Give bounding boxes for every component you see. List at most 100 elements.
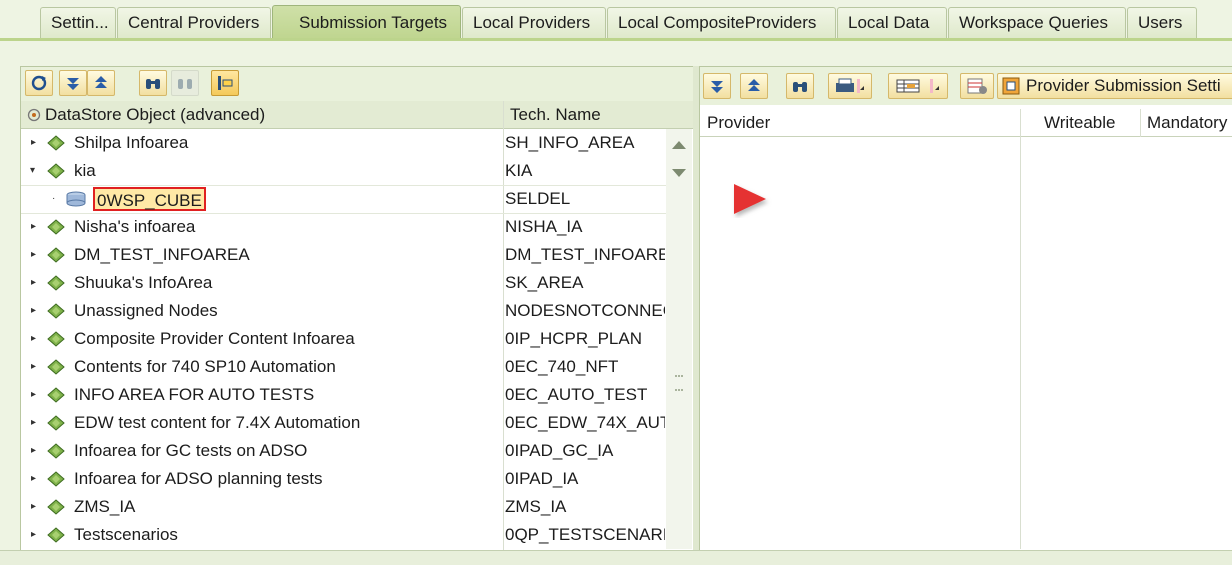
expand-all-icon [711,81,723,93]
col-header-filler [666,101,693,129]
tree-row[interactable]: ▸ ZMS_IA ZMS_IA [21,493,666,521]
tree-row[interactable]: · 0WSP_CUBE SELDEL [21,185,666,213]
tree-row-tech-name: SH_INFO_AREA [505,133,635,152]
scroll-down-button[interactable] [672,169,686,177]
annotation-arrow [611,184,766,214]
expand-arrow-icon[interactable]: ▸ [31,353,41,381]
refresh-icon [31,75,47,91]
tree-row-name: Contents for 740 SP10 Automation [74,357,336,376]
tree-row-name: DM_TEST_INFOAREA [74,245,250,264]
print-button[interactable] [828,73,872,99]
tree-row[interactable]: ▸ Nisha's infoarea NISHA_IA [21,213,666,241]
tree-row-tech-name: DM_TEST_INFOARE [505,245,665,264]
expand-arrow-icon[interactable]: ▸ [31,297,41,325]
tree-row[interactable]: ▸ Testscenarios 0QP_TESTSCENARI( [21,521,666,549]
tab-workspace-queries[interactable]: Workspace Queries [948,7,1126,38]
tree-row-tech-name: NODESNOTCONNEC [505,301,665,320]
expand-arrow-icon[interactable]: ▸ [31,129,41,157]
tree-row-tech-name: 0EC_AUTO_TEST [505,385,648,404]
find-next-button[interactable] [171,70,199,96]
find-next-icon [178,79,192,89]
scroll-grip[interactable] [675,375,683,391]
settings-icon [1002,77,1020,95]
collapse-all-button[interactable] [87,70,115,96]
tree-row-name: Composite Provider Content Infoarea [74,329,355,348]
select-button[interactable] [211,70,239,96]
tree-row[interactable]: ▾ kia KIA [21,157,666,185]
infoarea-icon [47,275,65,291]
print-icon [836,78,864,93]
col-header-writeable[interactable]: Writeable [1020,109,1140,137]
infoarea-icon [47,415,65,431]
selected-cube-name[interactable]: 0WSP_CUBE [93,187,206,211]
find-button[interactable] [139,70,167,96]
infoarea-icon [47,135,65,151]
col-header-provider[interactable]: Provider [700,109,1020,137]
tree-row[interactable]: ▸ EDW test content for 7.4X Automation 0EC… [21,409,666,437]
refresh-button[interactable] [25,70,53,96]
tree-row[interactable]: ▸ DM_TEST_INFOAREA DM_TEST_INFOARE [21,241,666,269]
tree-row[interactable]: ▸ Composite Provider Content Infoarea 0IP_… [21,325,666,353]
tree-row-name: Infoarea for ADSO planning tests [74,469,323,488]
infoarea-icon [47,471,65,487]
col-header-name[interactable]: DataStore Object (advanced) [21,101,503,129]
expand-arrow-icon[interactable]: ▸ [31,241,41,269]
collapse-arrow-icon[interactable]: ▾ [30,157,40,185]
tree-row-tech-name: 0IPAD_GC_IA [505,441,614,460]
expand-arrow-icon[interactable]: ▸ [31,493,41,521]
leaf-dot-icon: · [52,193,56,204]
tab-users[interactable]: Users [1127,7,1197,38]
expand-arrow-icon[interactable]: ▸ [31,269,41,297]
submission-targets-panel: Provider Submission Setti Provider Write… [699,66,1232,551]
horizontal-scrollbar[interactable] [0,550,1232,565]
tree-row[interactable]: ▸ Unassigned Nodes NODESNOTCONNEC [21,297,666,325]
scroll-up-button[interactable] [672,141,686,149]
tree-row[interactable]: ▸ Shilpa Infoarea SH_INFO_AREA [21,129,666,157]
tab-bar: Settin... Central Providers Submission T… [0,0,1232,41]
infoarea-icon [47,303,65,319]
tab-central-providers[interactable]: Central Providers [117,7,271,38]
tree-row[interactable]: ▸ Infoarea for ADSO planning tests 0IPAD_I… [21,465,666,493]
tab-submission-targets[interactable]: Submission Targets [272,5,461,39]
tab-settings[interactable]: Settin... [40,7,116,38]
collapse-all-button-right[interactable] [740,73,768,99]
delete-row-icon [967,78,987,94]
expand-arrow-icon[interactable]: ▸ [31,437,41,465]
layout-button[interactable] [888,73,948,99]
infoarea-icon [47,247,65,263]
expand-arrow-icon[interactable]: ▸ [31,521,41,549]
expand-arrow-icon[interactable]: ▸ [31,213,41,241]
tree-row[interactable]: ▸ INFO AREA FOR AUTO TESTS 0EC_AUTO_TEST [21,381,666,409]
tab-local-data[interactable]: Local Data [837,7,947,38]
select-icon [218,76,233,90]
find-button-right[interactable] [786,73,814,99]
layout-icon [896,79,939,93]
delete-row-button[interactable] [960,73,994,99]
provider-submission-settings-button[interactable]: Provider Submission Setti [997,73,1232,99]
tree-row-name: Nisha's infoarea [74,217,196,236]
tree-row-tech-name: 0IP_HCPR_PLAN [505,329,643,348]
col-header-tech-name[interactable]: Tech. Name [503,101,666,129]
expand-all-button[interactable] [59,70,87,96]
tree-row-tech-name: SK_AREA [505,273,584,292]
tab-local-providers[interactable]: Local Providers [462,7,606,38]
tree-row-name: kia [74,161,96,180]
expand-all-button-right[interactable] [703,73,731,99]
tree-row-name: Shuuka's InfoArea [74,273,213,292]
expand-arrow-icon[interactable]: ▸ [31,465,41,493]
infoarea-icon [47,443,65,459]
tree-row-tech-name: 0QP_TESTSCENARI( [505,525,665,544]
tree-row-tech-name: 0IPAD_IA [505,469,579,488]
expand-arrow-icon[interactable]: ▸ [31,325,41,353]
tree-row-tech-name: ZMS_IA [505,497,567,516]
right-toolbar: Provider Submission Setti [700,67,1232,105]
tree-row[interactable]: ▸ Shuuka's InfoArea SK_AREA [21,269,666,297]
expand-arrow-icon[interactable]: ▸ [31,381,41,409]
expand-arrow-icon[interactable]: ▸ [31,409,41,437]
tree-row[interactable]: ▸ Infoarea for GC tests on ADSO 0IPAD_GC_I… [21,437,666,465]
tree-row-name: Unassigned Nodes [74,301,218,320]
infoarea-icon [47,499,65,515]
tab-local-compositeproviders[interactable]: Local CompositeProviders [607,7,836,38]
tree-row[interactable]: ▸ Contents for 740 SP10 Automation 0EC_740… [21,353,666,381]
col-header-mandatory[interactable]: Mandatory [1140,109,1232,137]
